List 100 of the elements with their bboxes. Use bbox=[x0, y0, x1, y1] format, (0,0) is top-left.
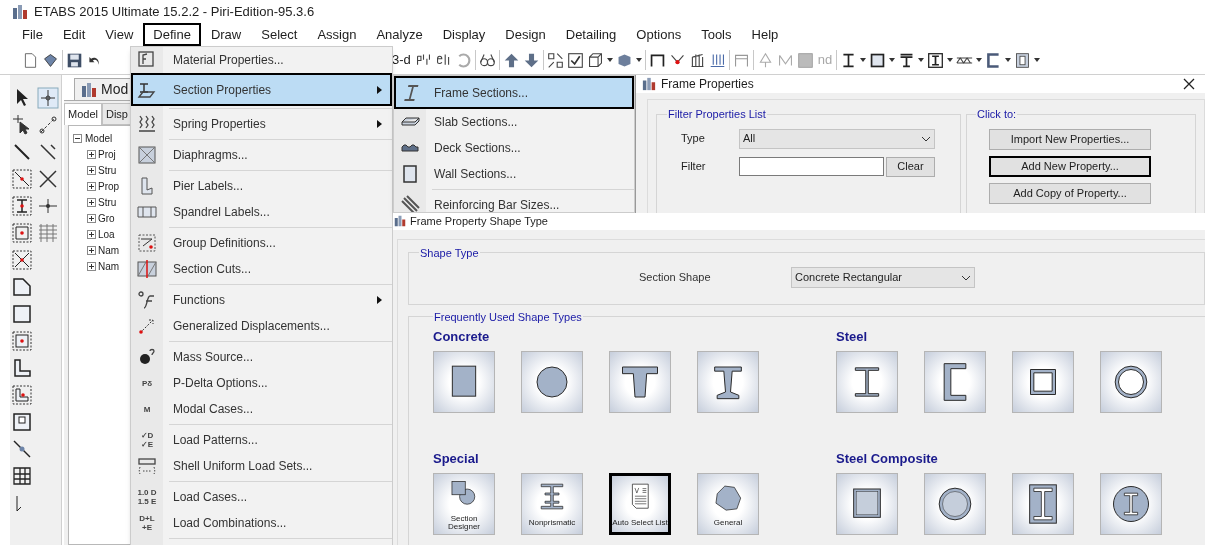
shape-button[interactable] bbox=[433, 351, 495, 413]
menu-item[interactable]: Section Properties bbox=[131, 73, 392, 106]
menu-item[interactable]: ✓D ✓E Load Patterns... bbox=[131, 427, 392, 453]
menu-item[interactable]: Diaphragms... bbox=[131, 142, 392, 168]
menu-item[interactable]: Display bbox=[432, 23, 496, 46]
caret-icon[interactable] bbox=[918, 58, 925, 62]
menu-item[interactable]: Spring Properties bbox=[131, 111, 392, 137]
dashed-cross-box-icon[interactable] bbox=[11, 249, 33, 271]
menu-item[interactable]: D+L +E Load Combinations... bbox=[131, 510, 392, 536]
cross-brace-icon[interactable] bbox=[37, 168, 59, 190]
menu-item[interactable]: Slab Sections... bbox=[394, 109, 634, 135]
menu-item[interactable]: 1.0 D 1.5 E Load Cases... bbox=[131, 484, 392, 510]
menu-item[interactable]: Generalized Displacements... bbox=[131, 313, 392, 339]
polygon-icon[interactable] bbox=[11, 276, 33, 298]
tab[interactable]: Model bbox=[64, 103, 102, 125]
menu-item[interactable]: Material Properties... bbox=[131, 47, 392, 73]
filter-field[interactable] bbox=[739, 157, 884, 176]
collapse-icon[interactable] bbox=[73, 133, 82, 143]
caret-icon[interactable] bbox=[889, 58, 896, 62]
chain-icon[interactable] bbox=[37, 114, 59, 136]
menu-item[interactable]: Edit bbox=[52, 23, 96, 46]
tab[interactable]: Disp bbox=[101, 103, 132, 125]
square-section-icon[interactable] bbox=[869, 51, 887, 69]
dialog-button[interactable]: Add New Property... bbox=[989, 155, 1151, 177]
opening-icon[interactable] bbox=[11, 411, 33, 433]
caret-icon[interactable] bbox=[860, 58, 867, 62]
grid-icon[interactable] bbox=[11, 465, 33, 487]
box-icon[interactable] bbox=[586, 51, 604, 69]
expand-icon[interactable] bbox=[87, 181, 96, 191]
dialog-button[interactable]: Add Copy of Property... bbox=[989, 182, 1151, 204]
shape-button[interactable] bbox=[924, 351, 986, 413]
menu-item[interactable]: Pier Labels... bbox=[131, 173, 392, 199]
shape-button[interactable] bbox=[1100, 351, 1162, 413]
dashed-wall-corner-icon[interactable] bbox=[11, 384, 33, 406]
menu-item[interactable]: Spandrel Labels... bbox=[131, 199, 392, 225]
grid-lines-icon[interactable] bbox=[37, 222, 59, 244]
boxed-i-icon[interactable] bbox=[927, 51, 945, 69]
shape-button[interactable] bbox=[1012, 351, 1074, 413]
menu-item[interactable]: Assign bbox=[307, 23, 367, 46]
select-grid-icon[interactable] bbox=[546, 51, 564, 69]
menu-item[interactable]: Reinforcing Bar Sizes... bbox=[394, 192, 634, 212]
dialog-button[interactable]: Import New Properties... bbox=[989, 128, 1151, 150]
caret-icon[interactable] bbox=[1005, 58, 1012, 62]
view-button[interactable]: 3-d bbox=[391, 50, 412, 70]
tree-item[interactable]: Model bbox=[85, 130, 113, 146]
menu-item[interactable]: Analyze bbox=[366, 23, 433, 46]
menu-item[interactable]: Frame Sections... bbox=[394, 76, 634, 109]
close-icon[interactable] bbox=[1183, 78, 1195, 90]
menu-item[interactable]: Tools bbox=[691, 23, 742, 46]
link-icon[interactable] bbox=[11, 438, 33, 460]
rectangle-icon[interactable] bbox=[11, 303, 33, 325]
shape-button[interactable]: Auto Select List bbox=[609, 473, 671, 535]
glasses-icon[interactable] bbox=[478, 51, 496, 69]
expand-icon[interactable] bbox=[87, 229, 96, 239]
tree-item[interactable]: Proj bbox=[98, 146, 116, 162]
shape-button[interactable] bbox=[836, 351, 898, 413]
tree-item[interactable]: Nam bbox=[98, 242, 120, 258]
menu-item[interactable]: Draw bbox=[200, 23, 252, 46]
dashed-line-box-icon[interactable] bbox=[11, 168, 33, 190]
menu-item[interactable]: Options bbox=[626, 23, 692, 46]
expand-icon[interactable] bbox=[87, 213, 96, 223]
menu-item[interactable]: M Modal Cases... bbox=[131, 396, 392, 422]
type-dropdown[interactable]: All bbox=[739, 128, 935, 149]
save-icon[interactable] bbox=[66, 51, 83, 69]
menu-item[interactable]: Detailing bbox=[555, 23, 627, 46]
menu-item[interactable]: Functions bbox=[131, 287, 392, 313]
menu-item[interactable]: Pδ P-Delta Options... bbox=[131, 370, 392, 396]
column-icon[interactable] bbox=[1014, 51, 1032, 69]
tree-item[interactable]: Loa bbox=[98, 226, 115, 242]
menu-item[interactable]: Shell Uniform Load Sets... bbox=[131, 453, 392, 479]
caret-icon[interactable] bbox=[606, 58, 613, 62]
dashed-i-box-icon[interactable] bbox=[11, 195, 33, 217]
menu-item[interactable]: Mass Source... bbox=[131, 344, 392, 370]
wall-corner-icon[interactable] bbox=[11, 357, 33, 379]
caret-icon[interactable] bbox=[1034, 58, 1041, 62]
tree-item[interactable]: Stru bbox=[98, 162, 117, 178]
shape-button[interactable] bbox=[836, 473, 898, 535]
expand-icon[interactable] bbox=[87, 197, 96, 207]
menu-item[interactable]: Define bbox=[143, 23, 201, 46]
expand-icon[interactable] bbox=[87, 149, 96, 159]
menu-item[interactable]: View bbox=[95, 23, 144, 46]
tree-item[interactable]: Stru bbox=[98, 194, 117, 210]
menu-item[interactable]: Deck Sections... bbox=[394, 135, 634, 161]
menu-item[interactable]: Section Cuts... bbox=[131, 256, 392, 282]
section-shape-dropdown[interactable]: Concrete Rectangular bbox=[791, 267, 975, 288]
dashed-braced-box-icon[interactable] bbox=[11, 222, 33, 244]
tree-item[interactable]: Gro bbox=[98, 210, 115, 226]
shape-button[interactable]: Nonprismatic bbox=[521, 473, 583, 535]
new-document-icon[interactable] bbox=[22, 51, 39, 69]
shape-button[interactable]: Section Designer bbox=[433, 473, 495, 535]
menu-item[interactable]: Select bbox=[251, 23, 308, 46]
dashed-point-box-icon[interactable] bbox=[11, 330, 33, 352]
shape-button[interactable] bbox=[1012, 473, 1074, 535]
menu-item[interactable]: Help bbox=[741, 23, 789, 46]
caret-icon[interactable] bbox=[947, 58, 954, 62]
up-arrow-icon[interactable] bbox=[502, 51, 520, 69]
tree-item[interactable]: Nam bbox=[98, 258, 120, 274]
menu-item[interactable]: Group Definitions... bbox=[131, 230, 392, 256]
clear-button[interactable]: Clear bbox=[886, 156, 935, 177]
expand-icon[interactable] bbox=[87, 245, 96, 255]
